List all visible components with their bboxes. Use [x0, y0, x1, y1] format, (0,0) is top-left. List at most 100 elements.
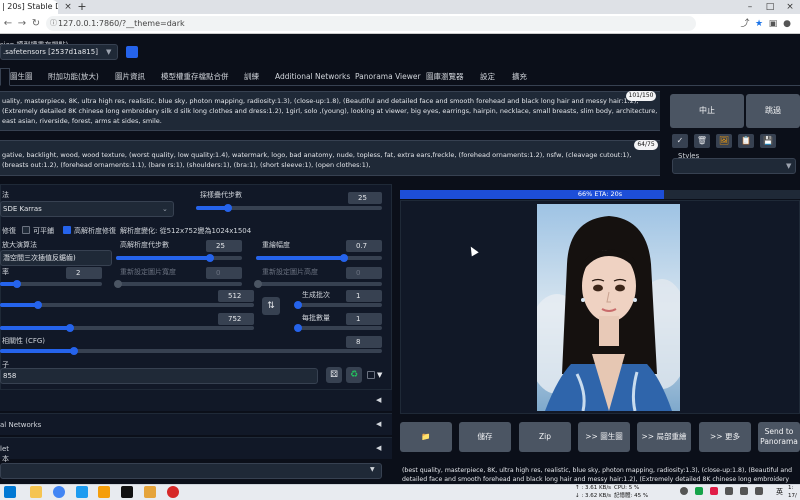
- forward-icon[interactable]: →: [16, 14, 28, 34]
- extensions-icon[interactable]: ▣: [766, 14, 780, 34]
- tiling-checkbox[interactable]: [22, 226, 30, 234]
- trash-icon[interactable]: 🗑: [694, 134, 710, 148]
- extra-seed-checkbox[interactable]: [367, 371, 375, 379]
- batch-size-slider-track[interactable]: [296, 326, 382, 330]
- negative-prompt-textarea[interactable]: gative, backlight, wood, wood texture, (…: [0, 140, 660, 176]
- send-to-inpaint-button[interactable]: >> 局部重繪: [637, 422, 691, 452]
- extra-seed-toggle-icon[interactable]: ▼: [377, 367, 382, 383]
- save-style-icon[interactable]: 💾: [760, 134, 776, 148]
- send-to-img2img-button[interactable]: >> 圖生圖: [578, 422, 630, 452]
- batch-size-slider-handle[interactable]: [294, 324, 302, 332]
- volume-icon[interactable]: [740, 487, 748, 495]
- accordion-row[interactable]: [0, 389, 392, 411]
- new-tab-icon[interactable]: +: [76, 0, 88, 14]
- paste-icon[interactable]: 📋: [738, 134, 754, 148]
- app-icon[interactable]: [167, 486, 179, 498]
- address-bar[interactable]: 127.0.0.1:7860/?__theme=dark: [46, 16, 696, 31]
- tray-icon[interactable]: [695, 487, 703, 495]
- battery-icon[interactable]: [755, 487, 763, 495]
- send-to-extras-button[interactable]: >> 更多: [699, 422, 751, 452]
- save-button[interactable]: 儲存: [459, 422, 511, 452]
- hires-fix-checkbox[interactable]: [63, 226, 71, 234]
- tab-settings[interactable]: 設定: [480, 68, 495, 86]
- cfg-input[interactable]: 8: [346, 336, 382, 348]
- denoise-slider-handle[interactable]: [340, 254, 348, 262]
- window-close-icon[interactable]: ×: [780, 0, 800, 14]
- script-dropdown[interactable]: [0, 463, 382, 479]
- width-input[interactable]: 512: [218, 290, 254, 302]
- checkpoint-dropdown[interactable]: .safetensors [2537d1a815]: [0, 44, 118, 60]
- maximize-icon[interactable]: □: [760, 0, 780, 14]
- random-seed-dice-icon[interactable]: ⚄: [326, 367, 342, 383]
- network-icon[interactable]: [725, 487, 733, 495]
- share-icon[interactable]: ⤴: [738, 14, 752, 34]
- styles-dropdown[interactable]: [672, 158, 796, 174]
- scale-input[interactable]: 2: [66, 267, 102, 279]
- generated-image[interactable]: [537, 204, 680, 411]
- back-icon[interactable]: ←: [2, 14, 14, 34]
- accordion-additional-networks[interactable]: al Networks: [0, 413, 392, 435]
- apply-style-icon[interactable]: ✓: [672, 134, 688, 148]
- app-icon[interactable]: [98, 486, 110, 498]
- seed-input[interactable]: 858: [0, 368, 318, 384]
- reuse-seed-recycle-icon[interactable]: ♻: [346, 367, 362, 383]
- minimize-icon[interactable]: –: [740, 0, 760, 14]
- open-folder-button[interactable]: 📁: [400, 422, 452, 452]
- tray-icon[interactable]: [710, 487, 718, 495]
- denoise-input[interactable]: 0.7: [346, 240, 382, 252]
- tab-checkpoint-merger[interactable]: 模型權重存檔點合併: [161, 68, 229, 86]
- refresh-checkpoint-button[interactable]: [126, 46, 138, 58]
- tab-txt2img[interactable]: [0, 68, 10, 86]
- browser-tab[interactable]: | 20s] Stable Diffusion: [0, 0, 58, 14]
- tab-additional-networks[interactable]: Additional Networks: [275, 68, 350, 86]
- tab-image-browser[interactable]: 圖庫瀏覽器: [426, 68, 464, 86]
- prompt-textarea[interactable]: uality, masterpiece, 8K, ultra high res,…: [0, 91, 660, 131]
- accordion-controlnet[interactable]: let: [0, 437, 392, 459]
- upscaler-dropdown[interactable]: 潛空間三次插值反鋸齒): [0, 250, 112, 266]
- tab-train[interactable]: 訓練: [244, 68, 259, 86]
- interrupt-button[interactable]: 中止: [670, 94, 744, 128]
- zip-button[interactable]: Zip: [519, 422, 571, 452]
- height-input[interactable]: 752: [218, 313, 254, 325]
- batch-size-input[interactable]: 1: [346, 313, 382, 325]
- extra-networks-icon[interactable]: 🖼: [716, 134, 732, 148]
- height-slider-handle[interactable]: [66, 324, 74, 332]
- collapse-arrow-icon[interactable]: ◀: [376, 396, 381, 404]
- tray-icon[interactable]: [680, 487, 688, 495]
- swap-dimensions-icon[interactable]: ⇅: [262, 297, 280, 315]
- scale-slider-handle[interactable]: [13, 280, 21, 288]
- width-slider-handle[interactable]: [34, 301, 42, 309]
- taskbar-clock[interactable]: 1: 17/: [788, 484, 797, 500]
- reload-icon[interactable]: ↻: [30, 14, 42, 34]
- batch-count-input[interactable]: 1: [346, 290, 382, 302]
- chrome-icon[interactable]: [53, 486, 65, 498]
- tab-close-icon[interactable]: ×: [62, 0, 74, 14]
- terminal-icon[interactable]: [121, 486, 133, 498]
- collapse-arrow-icon[interactable]: ◀: [376, 420, 381, 428]
- batch-count-slider-track[interactable]: [296, 303, 382, 307]
- app-icon[interactable]: [76, 486, 88, 498]
- profile-icon[interactable]: ●: [780, 14, 794, 34]
- tab-extras[interactable]: 附加功能(放大): [48, 68, 99, 86]
- tab-extensions[interactable]: 擴充: [512, 68, 527, 86]
- input-method-indicator[interactable]: 英: [776, 484, 783, 500]
- file-explorer-icon[interactable]: [30, 486, 42, 498]
- tab-panorama-viewer[interactable]: Panorama Viewer: [355, 68, 421, 86]
- resize-width-input: 0: [206, 267, 242, 279]
- collapse-arrow-icon[interactable]: ◀: [376, 444, 381, 452]
- start-icon[interactable]: [4, 486, 16, 498]
- cfg-slider-handle[interactable]: [70, 347, 78, 355]
- steps-input[interactable]: 25: [348, 192, 382, 204]
- tab-png-info[interactable]: 圖片資訊: [115, 68, 145, 86]
- batch-count-slider-handle[interactable]: [294, 301, 302, 309]
- app-icon[interactable]: [144, 486, 156, 498]
- send-to-panorama-button[interactable]: Send to Panorama: [758, 422, 800, 452]
- sampler-dropdown[interactable]: SDE Karras: [0, 201, 174, 217]
- tab-img2img[interactable]: 圖生圖: [10, 68, 33, 86]
- skip-button[interactable]: 跳過: [746, 94, 800, 128]
- info-icon[interactable]: ⓘ: [50, 16, 57, 31]
- steps-slider-handle[interactable]: [224, 204, 232, 212]
- bookmark-star-icon[interactable]: ★: [752, 14, 766, 34]
- hires-steps-input[interactable]: 25: [206, 240, 242, 252]
- hires-steps-slider-handle[interactable]: [206, 254, 214, 262]
